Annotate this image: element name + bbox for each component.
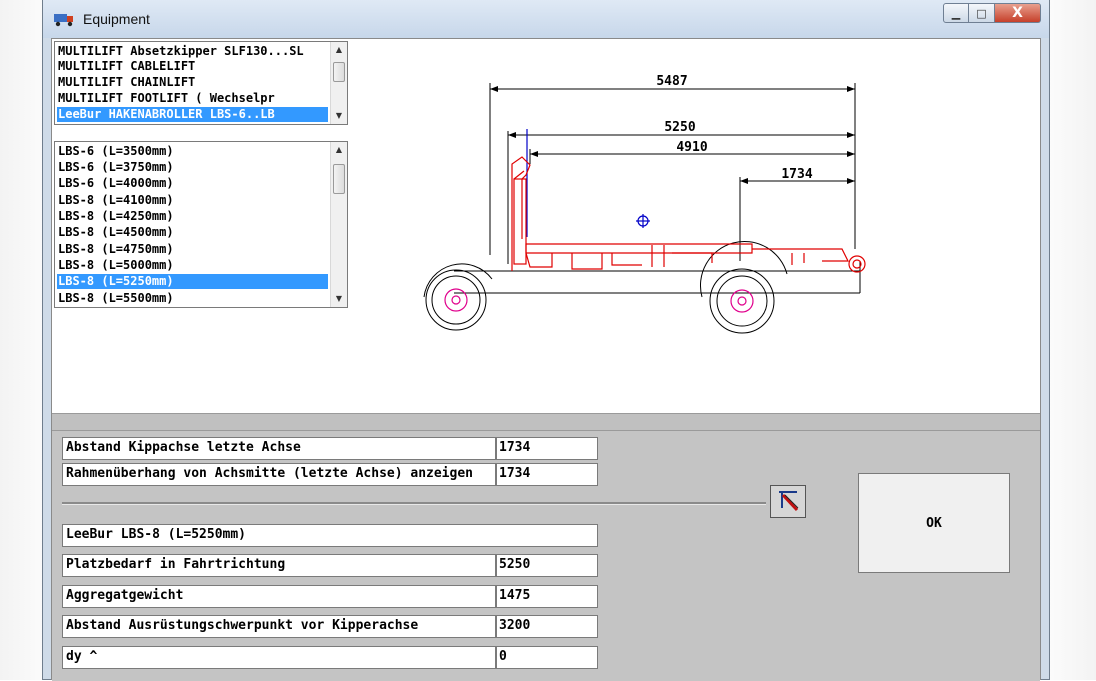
variant-item-2[interactable]: LBS-6 (L=4000mm) (57, 176, 328, 191)
gewicht-field[interactable]: 1475 (496, 585, 598, 608)
variant-listbox[interactable]: LBS-6 (L=3500mm) LBS-6 (L=3750mm) LBS-6 … (54, 141, 348, 308)
equipment-name-display: LeeBur LBS-8 (L=5250mm) (62, 524, 598, 547)
maximize-icon: □ (976, 6, 987, 20)
variant-item-0[interactable]: LBS-6 (L=3500mm) (57, 144, 328, 159)
center-of-gravity-icon (636, 214, 650, 228)
rear-bracket (672, 252, 713, 263)
hook-column (513, 178, 527, 265)
variant-item-4[interactable]: LBS-8 (L=4250mm) (57, 209, 328, 224)
abstand-field[interactable]: 1734 (496, 437, 598, 460)
ok-button[interactable]: OK (858, 473, 1010, 573)
scroll-thumb[interactable] (333, 164, 345, 194)
variant-item-8[interactable]: LBS-8 (L=5250mm) (57, 274, 328, 289)
platz-label: Platzbedarf in Fahrtrichtung (62, 554, 496, 577)
rear-rail (752, 248, 849, 262)
variant-item-6[interactable]: LBS-8 (L=4750mm) (57, 242, 328, 257)
client-area: 5487 5250 4910 1734 MULTILIFT Absetzkipp… (51, 38, 1041, 681)
main-rail (525, 243, 753, 254)
rear-wheel-outer (709, 268, 775, 334)
front-hub-icon (444, 288, 468, 312)
dy-label: dy ^ (62, 646, 496, 669)
dy-field[interactable]: 0 (496, 646, 598, 669)
equipment-item-0[interactable]: MULTILIFT Absetzkipper SLF130...SL (57, 44, 328, 59)
dim-overhang-label: 1734 (781, 167, 812, 182)
close-icon: X (1012, 5, 1023, 21)
equipment-item-3[interactable]: MULTILIFT FOOTLIFT ( Wechselpr (57, 91, 328, 106)
equipment-listbox[interactable]: MULTILIFT Absetzkipper SLF130...SL MULTI… (54, 41, 348, 125)
window-title: Equipment (83, 11, 150, 27)
schwerpunkt-label: Abstand Ausrüstungschwerpunkt vor Kipper… (62, 615, 496, 638)
mid-posts (651, 245, 665, 267)
arrow-overhang-right (847, 178, 855, 184)
ok-label: OK (926, 515, 942, 531)
close-button[interactable]: X (995, 3, 1041, 23)
equipment-item-4[interactable]: LeeBur HAKENABROLLER LBS-6..LB (57, 107, 328, 122)
mid-bracket-2 (611, 253, 642, 266)
arrow-total-right (847, 86, 855, 92)
scroll-up-icon[interactable]: ▲ (331, 42, 347, 58)
front-bracket (525, 252, 553, 268)
dim-body-label: 4910 (676, 140, 707, 155)
parameter-panel: Abstand Kippachse letzte Achse 1734 Rahm… (52, 431, 1040, 681)
variant-item-9[interactable]: LBS-8 (L=5500mm) (57, 291, 328, 306)
rahmen-label: Rahmenüberhang von Achsmitte (letzte Ach… (62, 463, 496, 486)
rahmen-field[interactable]: 1734 (496, 463, 598, 486)
rear-hub-center (737, 296, 747, 306)
equipment-window: Equipment ▁ □ X 5487 5250 4910 1734 MULT… (42, 0, 1050, 681)
scroll-down-icon[interactable]: ▼ (331, 291, 347, 307)
edit-tool-button[interactable] (770, 485, 806, 518)
rear-wheel-rim (716, 275, 768, 327)
maximize-button[interactable]: □ (969, 3, 995, 23)
equipment-item-2[interactable]: MULTILIFT CHAINLIFT (57, 75, 328, 90)
front-hub-center (451, 295, 461, 305)
separator-line (62, 502, 766, 505)
scroll-up-icon[interactable]: ▲ (331, 142, 347, 158)
rear-posts (791, 253, 805, 265)
arrow-body-left (530, 151, 538, 157)
front-fender (423, 263, 493, 298)
rear-roller-outer (848, 255, 866, 273)
dim-length-label: 5250 (664, 120, 695, 135)
variant-item-1[interactable]: LBS-6 (L=3750mm) (57, 160, 328, 175)
mid-bracket-1 (571, 253, 603, 270)
splitter-bar[interactable] (52, 413, 1040, 431)
schwerpunkt-field[interactable]: 3200 (496, 615, 598, 638)
gewicht-label: Aggregatgewicht (62, 585, 496, 608)
front-wheel-outer (425, 269, 487, 331)
platz-field[interactable]: 5250 (496, 554, 598, 577)
front-wheel-rim (431, 275, 481, 325)
scroll-thumb[interactable] (333, 62, 345, 82)
arrow-length-left (508, 132, 516, 138)
variant-item-5[interactable]: LBS-8 (L=4500mm) (57, 225, 328, 240)
abstand-label: Abstand Kippachse letzte Achse (62, 437, 496, 460)
arrow-overhang-left (740, 178, 748, 184)
edit-tool-icon (779, 491, 799, 512)
variant-item-3[interactable]: LBS-8 (L=4100mm) (57, 193, 328, 208)
equipment-item-1[interactable]: MULTILIFT CABLELIFT (57, 59, 328, 74)
variant-item-7[interactable]: LBS-8 (L=5000mm) (57, 258, 328, 273)
arrow-length-right (847, 132, 855, 138)
truck-app-icon (54, 14, 73, 27)
scroll-down-icon[interactable]: ▼ (331, 108, 347, 124)
equipment-scrollbar[interactable]: ▲ ▼ (330, 42, 347, 124)
minimize-button[interactable]: ▁ (943, 3, 969, 23)
arrow-body-right (847, 151, 855, 157)
arrow-total-left (490, 86, 498, 92)
dim-total-label: 5487 (656, 74, 687, 89)
title-bar[interactable]: Equipment ▁ □ X (43, 0, 1049, 38)
variant-scrollbar[interactable]: ▲ ▼ (330, 142, 347, 307)
minimize-icon: ▁ (951, 6, 961, 20)
